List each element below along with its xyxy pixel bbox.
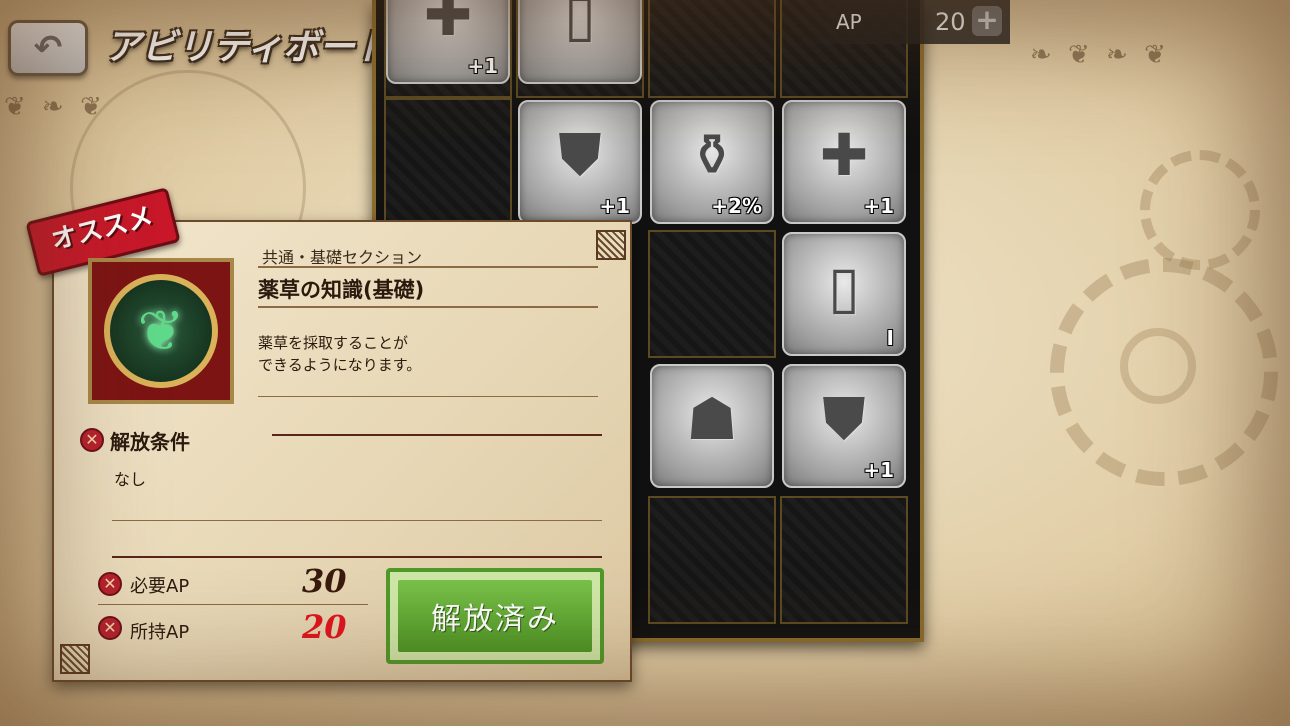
tile-badge: +1 xyxy=(599,194,630,218)
condition-marker-icon: ✕ xyxy=(80,428,104,452)
divider xyxy=(98,604,368,605)
shield-icon: ⛊ xyxy=(558,120,602,189)
back-arrow-icon: ↶ xyxy=(33,28,63,68)
background-gear-hub xyxy=(1120,328,1196,404)
skill-name: 薬草の知識(基礎) xyxy=(258,278,425,302)
ap-display: AP 20 + xyxy=(800,0,1010,44)
divider xyxy=(258,266,598,268)
herb-icon: ❦ xyxy=(137,298,185,364)
background-gear-small xyxy=(1140,150,1260,270)
ability-tile-scroll[interactable]: ▯ I xyxy=(782,232,906,356)
ap-label: AP xyxy=(836,10,862,34)
board-cell xyxy=(384,98,512,226)
required-ap-label: 必要AP xyxy=(130,576,190,597)
sword-icon: ✚ xyxy=(423,0,473,49)
ability-tile-sword[interactable]: ✚ +1 xyxy=(782,100,906,224)
back-button[interactable]: ↶ xyxy=(8,20,88,76)
page-title: アビリティボード xyxy=(105,26,391,68)
skill-description: 薬草を採取することが できるようになります。 xyxy=(258,334,422,374)
owned-ap-marker-icon: ✕ xyxy=(98,616,122,640)
corner-ornament xyxy=(596,230,626,260)
board-cell xyxy=(780,496,908,624)
required-ap-marker-icon: ✕ xyxy=(98,572,122,596)
scroll-icon: ▯ xyxy=(564,0,596,49)
divider xyxy=(258,306,598,308)
tile-badge: +1 xyxy=(863,194,894,218)
tile-badge: I xyxy=(886,326,894,350)
divider xyxy=(272,434,602,436)
divider xyxy=(112,520,602,521)
ability-tile-shield[interactable]: ⛊ +1 xyxy=(782,364,906,488)
tile-badge: +1 xyxy=(863,458,894,482)
board-cell xyxy=(648,496,776,624)
board-cell xyxy=(648,0,776,98)
ap-value: 20 xyxy=(935,8,966,36)
board-cell xyxy=(648,230,776,358)
section-label: 共通・基礎セクション xyxy=(262,248,423,267)
skill-icon-medallion: ❦ xyxy=(104,274,218,388)
tile-badge: +1 xyxy=(467,54,498,78)
condition-heading: 解放条件 xyxy=(110,430,190,454)
condition-text: なし xyxy=(114,470,147,489)
ability-tile-sword[interactable]: ✚ +1 xyxy=(386,0,510,84)
ability-tile-map[interactable]: ☗ xyxy=(650,364,774,488)
background-leaves-left: ❦ ❧ ❦ xyxy=(4,92,106,122)
owned-ap-value: 20 xyxy=(302,608,347,646)
ability-tile-potion[interactable]: ⚱ +2% xyxy=(650,100,774,224)
scroll-icon: ▯ xyxy=(828,252,860,321)
potion-icon: ⚱ xyxy=(687,120,737,189)
divider xyxy=(112,556,602,558)
map-scroll-icon: ☗ xyxy=(686,384,738,453)
background-leaves-right: ❧ ❦ ❧ ❦ xyxy=(1030,40,1170,70)
plus-icon[interactable]: + xyxy=(972,6,1002,36)
unlocked-button[interactable]: 解放済み xyxy=(386,568,604,664)
tile-badge: +2% xyxy=(711,194,762,218)
required-ap-value: 30 xyxy=(302,562,347,600)
ability-tile-scroll[interactable]: ▯ xyxy=(518,0,642,84)
skill-icon-frame: ❦ xyxy=(88,258,234,404)
unlocked-button-label: 解放済み xyxy=(398,580,592,652)
divider xyxy=(258,396,598,397)
owned-ap-label: 所持AP xyxy=(130,622,190,643)
corner-ornament xyxy=(60,644,90,674)
ability-tile-shield[interactable]: ⛊ +1 xyxy=(518,100,642,224)
sword-icon: ✚ xyxy=(819,120,869,189)
shield-icon: ⛊ xyxy=(822,384,866,453)
